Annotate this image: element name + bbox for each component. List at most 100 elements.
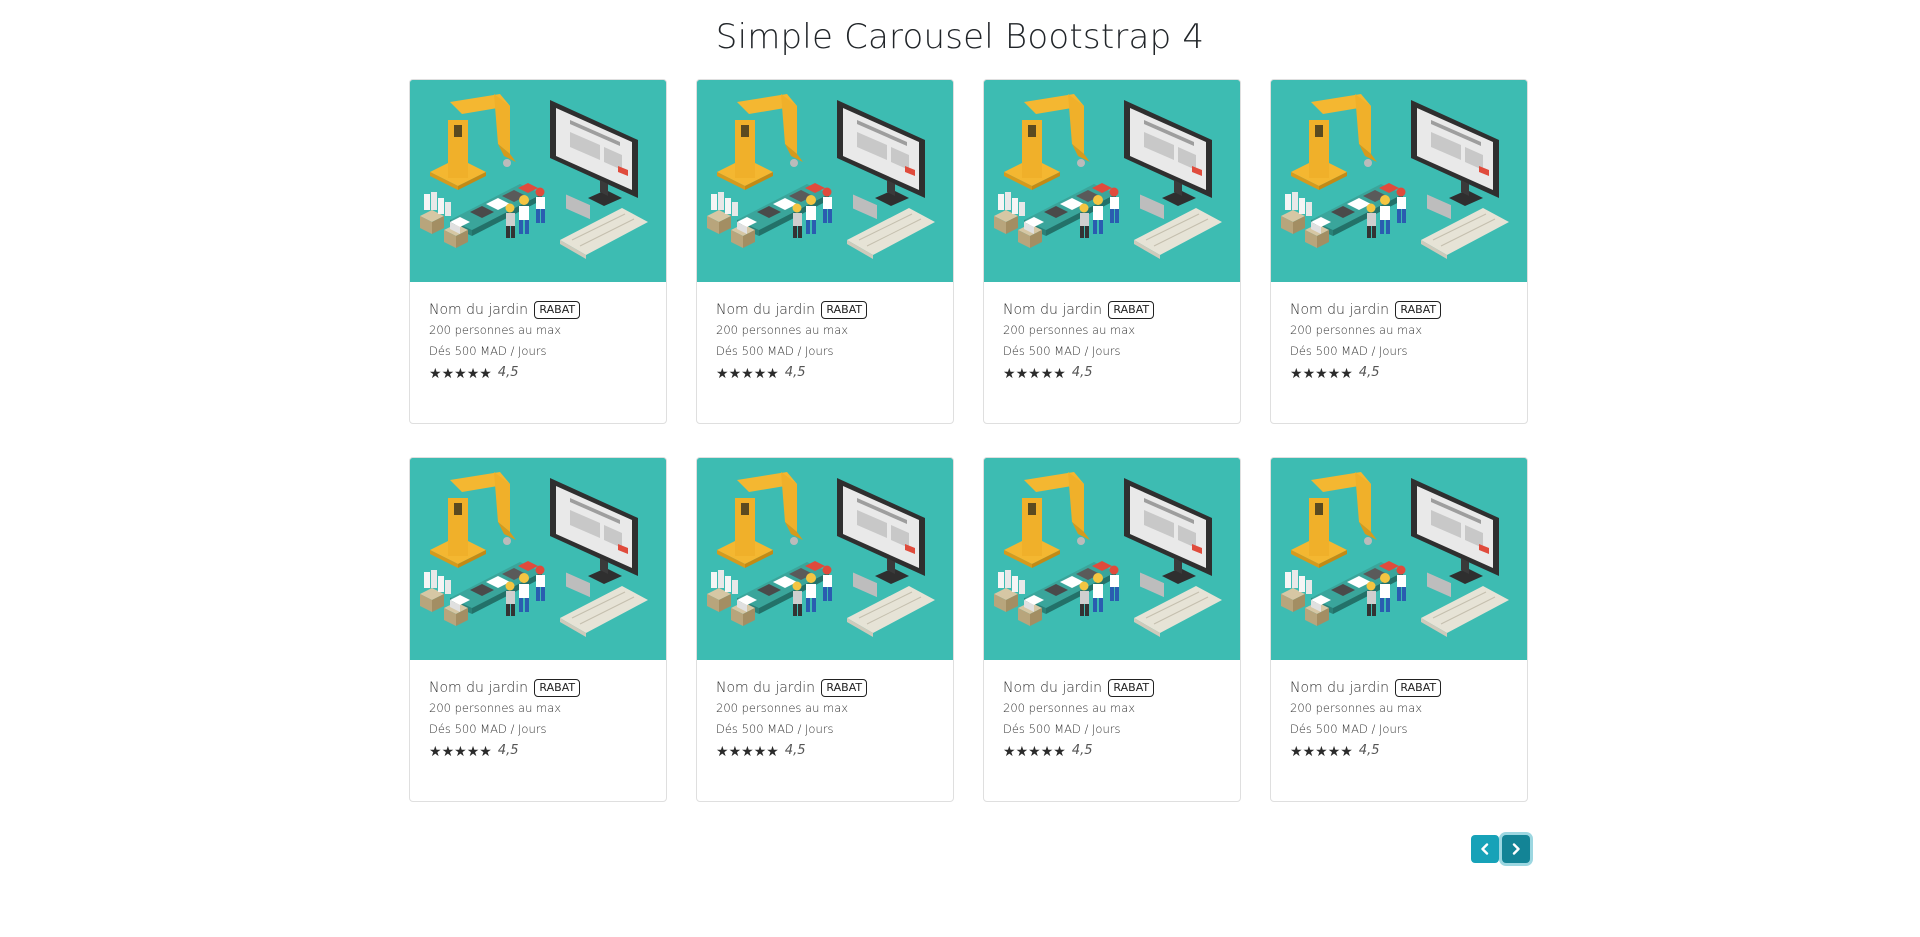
rating: ★★★★★ 4,5 bbox=[429, 740, 647, 761]
city-badge: RABAT bbox=[1395, 301, 1442, 319]
factory-illustration bbox=[984, 458, 1240, 660]
star-icon: ★ bbox=[741, 744, 754, 760]
card[interactable]: Nom du jardin RABAT 200 personnes au max… bbox=[1270, 457, 1528, 802]
card-capacity: 200 personnes au max bbox=[716, 701, 849, 715]
rating-value: 4,5 bbox=[497, 743, 519, 758]
card-image bbox=[1271, 80, 1527, 282]
card[interactable]: Nom du jardin RABAT 200 personnes au max… bbox=[983, 79, 1241, 424]
rating: ★★★★★ 4,5 bbox=[1003, 362, 1221, 383]
rating-value: 4,5 bbox=[497, 365, 519, 380]
star-icon: ★ bbox=[753, 744, 767, 760]
city-badge: RABAT bbox=[534, 679, 581, 697]
carousel-grid: Nom du jardin RABAT 200 personnes au max… bbox=[409, 79, 1528, 802]
star-icon: ★ bbox=[1302, 366, 1316, 382]
factory-illustration bbox=[697, 80, 953, 282]
chevron-left-icon bbox=[1481, 843, 1489, 855]
card-capacity: 200 personnes au max bbox=[1003, 701, 1136, 715]
star-icon: ★ bbox=[753, 366, 767, 382]
card-title: Nom du jardin bbox=[716, 302, 815, 318]
star-icon: ★ bbox=[1302, 744, 1316, 760]
star-icon: ★ bbox=[1003, 744, 1016, 760]
rating-value: 4,5 bbox=[1071, 743, 1093, 758]
star-icon: ★ bbox=[479, 744, 492, 760]
star-icon: ★ bbox=[728, 366, 742, 382]
star-icon: ★ bbox=[1028, 366, 1041, 382]
star-icon: ★ bbox=[1003, 366, 1016, 382]
rating-value: 4,5 bbox=[1358, 365, 1380, 380]
rating: ★★★★★ 4,5 bbox=[716, 740, 934, 761]
star-icon: ★ bbox=[716, 744, 729, 760]
card[interactable]: Nom du jardin RABAT 200 personnes au max… bbox=[696, 457, 954, 802]
star-icon: ★ bbox=[454, 744, 467, 760]
card[interactable]: Nom du jardin RABAT 200 personnes au max… bbox=[983, 457, 1241, 802]
card-price: Dés 500 MAD / Jours bbox=[1290, 722, 1408, 736]
card[interactable]: Nom du jardin RABAT 200 personnes au max… bbox=[409, 457, 667, 802]
rating: ★★★★★ 4,5 bbox=[1290, 740, 1508, 761]
rating: ★★★★★ 4,5 bbox=[429, 362, 647, 383]
card-title: Nom du jardin bbox=[1003, 302, 1102, 318]
rating-value: 4,5 bbox=[1071, 365, 1093, 380]
city-badge: RABAT bbox=[1395, 679, 1442, 697]
star-icon: ★ bbox=[1290, 744, 1303, 760]
star-icon: ★ bbox=[429, 744, 442, 760]
card-capacity: 200 personnes au max bbox=[1003, 323, 1136, 337]
card-capacity: 200 personnes au max bbox=[429, 323, 562, 337]
card-title: Nom du jardin bbox=[429, 680, 528, 696]
factory-illustration bbox=[410, 458, 666, 660]
card-image bbox=[984, 458, 1240, 660]
card[interactable]: Nom du jardin RABAT 200 personnes au max… bbox=[1270, 79, 1528, 424]
factory-illustration bbox=[410, 80, 666, 282]
star-icon: ★ bbox=[1040, 744, 1054, 760]
star-icon: ★ bbox=[1340, 744, 1353, 760]
card-price: Dés 500 MAD / Jours bbox=[1290, 344, 1408, 358]
next-button[interactable] bbox=[1502, 835, 1530, 863]
rating-value: 4,5 bbox=[784, 365, 806, 380]
card[interactable]: Nom du jardin RABAT 200 personnes au max… bbox=[409, 79, 667, 424]
star-icon: ★ bbox=[1028, 744, 1041, 760]
card-price: Dés 500 MAD / Jours bbox=[1003, 722, 1121, 736]
star-icon: ★ bbox=[766, 744, 779, 760]
card-title: Nom du jardin bbox=[429, 302, 528, 318]
star-icon: ★ bbox=[429, 366, 442, 382]
star-icon: ★ bbox=[728, 744, 742, 760]
star-icon: ★ bbox=[741, 366, 754, 382]
rating-value: 4,5 bbox=[1358, 743, 1380, 758]
star-icon: ★ bbox=[716, 366, 729, 382]
star-icon: ★ bbox=[1315, 744, 1328, 760]
card-capacity: 200 personnes au max bbox=[1290, 323, 1423, 337]
card[interactable]: Nom du jardin RABAT 200 personnes au max… bbox=[696, 79, 954, 424]
star-icon: ★ bbox=[1053, 366, 1066, 382]
rating: ★★★★★ 4,5 bbox=[1290, 362, 1508, 383]
rating-value: 4,5 bbox=[784, 743, 806, 758]
star-icon: ★ bbox=[1290, 366, 1303, 382]
card-price: Dés 500 MAD / Jours bbox=[429, 722, 547, 736]
star-icon: ★ bbox=[1015, 744, 1029, 760]
prev-button[interactable] bbox=[1471, 835, 1499, 863]
card-image bbox=[697, 458, 953, 660]
card-image bbox=[984, 80, 1240, 282]
star-icon: ★ bbox=[1315, 366, 1328, 382]
card-image bbox=[410, 458, 666, 660]
card-capacity: 200 personnes au max bbox=[1290, 701, 1423, 715]
card-price: Dés 500 MAD / Jours bbox=[429, 344, 547, 358]
rating: ★★★★★ 4,5 bbox=[716, 362, 934, 383]
factory-illustration bbox=[984, 80, 1240, 282]
star-icon: ★ bbox=[454, 366, 467, 382]
city-badge: RABAT bbox=[821, 679, 868, 697]
star-icon: ★ bbox=[466, 744, 480, 760]
city-badge: RABAT bbox=[1108, 679, 1155, 697]
card-image bbox=[1271, 458, 1527, 660]
star-icon: ★ bbox=[441, 366, 455, 382]
card-capacity: 200 personnes au max bbox=[429, 701, 562, 715]
chevron-right-icon bbox=[1512, 843, 1520, 855]
star-icon: ★ bbox=[1053, 744, 1066, 760]
card-price: Dés 500 MAD / Jours bbox=[716, 344, 834, 358]
card-capacity: 200 personnes au max bbox=[716, 323, 849, 337]
card-title: Nom du jardin bbox=[1290, 302, 1389, 318]
factory-illustration bbox=[697, 458, 953, 660]
page-title: Simple Carousel Bootstrap 4 bbox=[715, 17, 1205, 57]
card-title: Nom du jardin bbox=[1290, 680, 1389, 696]
star-icon: ★ bbox=[466, 366, 480, 382]
card-title: Nom du jardin bbox=[1003, 680, 1102, 696]
card-image bbox=[697, 80, 953, 282]
